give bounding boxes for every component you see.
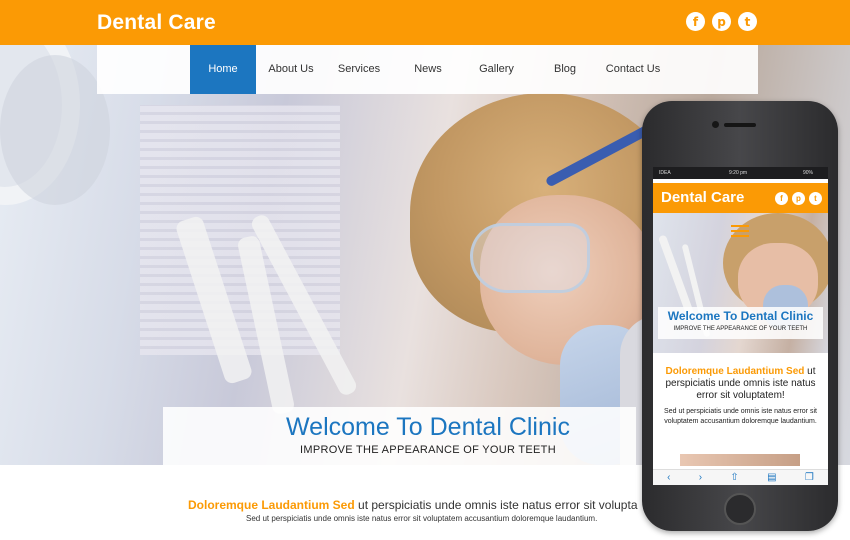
nav-blog[interactable]: Blog bbox=[541, 45, 589, 94]
status-battery: 90% bbox=[803, 170, 814, 176]
intro-highlight: Doloremque Laudantium Sed bbox=[188, 498, 355, 512]
mobile-browser-toolbar: ‹ › ⇧ ▤ ❐ bbox=[653, 469, 828, 485]
hero-goggles bbox=[470, 223, 590, 293]
intro-heading: Doloremque Laudantium Sed ut perspiciati… bbox=[188, 498, 638, 512]
bookmarks-icon[interactable]: ▤ bbox=[767, 472, 776, 483]
phone-screen: IDEA 9:20 pm 90% Dental Care f p t Welco… bbox=[653, 167, 828, 485]
nav-services[interactable]: Services bbox=[329, 45, 389, 94]
mobile-intro-highlight: Doloremque Laudantium Sed bbox=[665, 366, 805, 377]
hamburger-menu-icon[interactable] bbox=[731, 225, 749, 237]
nav-news[interactable]: News bbox=[402, 45, 454, 94]
mobile-intro-heading: Doloremque Laudantium Sed ut perspiciati… bbox=[658, 366, 823, 402]
phone-speaker bbox=[724, 123, 756, 127]
welcome-subtitle: IMPROVE THE APPEARANCE OF YOUR TEETH bbox=[300, 444, 556, 456]
intro-heading-rest: ut perspiciatis unde omnis iste natus er… bbox=[354, 498, 638, 512]
nav-about-us[interactable]: About Us bbox=[260, 45, 322, 94]
nav-contact-us[interactable]: Contact Us bbox=[603, 45, 663, 94]
mobile-header: Dental Care f p t bbox=[653, 183, 828, 213]
mobile-logo[interactable]: Dental Care bbox=[661, 189, 744, 206]
site-logo[interactable]: Dental Care bbox=[97, 11, 216, 35]
pinterest-icon[interactable]: p bbox=[792, 192, 805, 205]
share-icon[interactable]: ⇧ bbox=[730, 472, 738, 483]
twitter-icon[interactable]: t bbox=[809, 192, 822, 205]
nav-gallery[interactable]: Gallery bbox=[469, 45, 524, 94]
twitter-icon[interactable]: t bbox=[738, 12, 757, 31]
facebook-icon[interactable]: f bbox=[686, 12, 705, 31]
welcome-banner: Welcome To Dental Clinic IMPROVE THE APP… bbox=[163, 407, 636, 465]
phone-camera bbox=[712, 121, 719, 128]
phone-status-bar: IDEA 9:20 pm 90% bbox=[653, 167, 828, 179]
status-time: 9:20 pm bbox=[729, 170, 748, 176]
mobile-social-links: f p t bbox=[775, 192, 822, 205]
mobile-welcome-banner: Welcome To Dental Clinic IMPROVE THE APP… bbox=[658, 307, 823, 339]
pinterest-icon[interactable]: p bbox=[712, 12, 731, 31]
hero-lamp-glow bbox=[0, 55, 110, 205]
mobile-welcome-title: Welcome To Dental Clinic bbox=[667, 309, 814, 323]
tabs-icon[interactable]: ❐ bbox=[805, 472, 814, 483]
status-carrier: IDEA bbox=[659, 170, 671, 176]
top-header: Dental Care f p t bbox=[0, 0, 850, 45]
nav-home[interactable]: Home bbox=[190, 45, 256, 94]
forward-icon[interactable]: › bbox=[699, 472, 702, 483]
mobile-content-image bbox=[680, 454, 800, 466]
mobile-intro-text: Sed ut perspiciatis unde omnis iste natu… bbox=[664, 408, 817, 425]
phone-mockup: IDEA 9:20 pm 90% Dental Care f p t Welco… bbox=[642, 101, 838, 531]
phone-home-button[interactable] bbox=[724, 493, 756, 525]
facebook-icon[interactable]: f bbox=[775, 192, 788, 205]
mobile-welcome-subtitle: IMPROVE THE APPEARANCE OF YOUR TEETH bbox=[673, 326, 808, 332]
intro-text: Sed ut perspiciatis unde omnis iste natu… bbox=[246, 514, 598, 523]
main-nav: Home About Us Services News Gallery Blog… bbox=[97, 45, 758, 94]
social-links: f p t bbox=[686, 12, 757, 31]
welcome-title: Welcome To Dental Clinic bbox=[286, 413, 570, 441]
back-icon[interactable]: ‹ bbox=[667, 472, 670, 483]
